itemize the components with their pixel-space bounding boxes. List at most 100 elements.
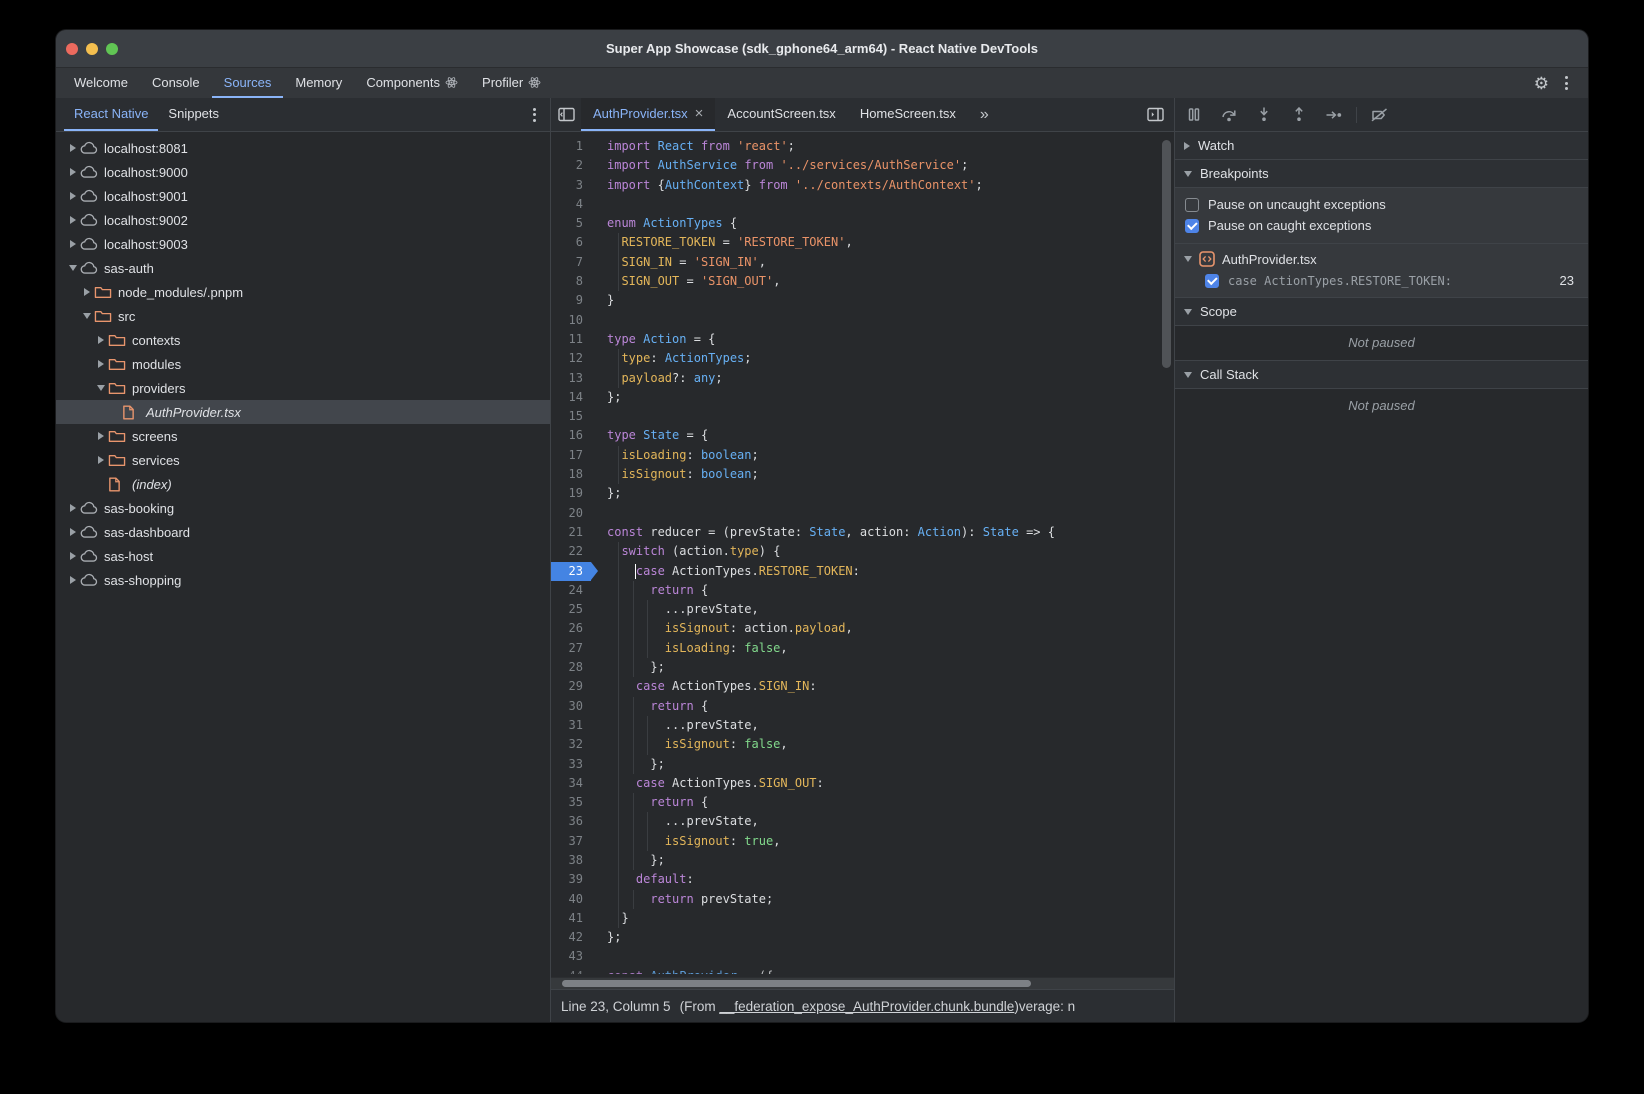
line-number[interactable]: 18: [551, 465, 591, 484]
step-icon[interactable]: [1325, 106, 1343, 124]
pause-caught-row[interactable]: Pause on caught exceptions: [1175, 215, 1588, 236]
line-number[interactable]: 20: [551, 504, 591, 523]
watch-section-header[interactable]: Watch: [1175, 132, 1588, 160]
line-number[interactable]: 25: [551, 600, 591, 619]
tree-item-screens[interactable]: screens: [56, 424, 550, 448]
editor-tab-authprovider.tsx[interactable]: AuthProvider.tsx×: [581, 98, 715, 131]
line-number[interactable]: 10: [551, 311, 591, 330]
toggle-navigator-icon[interactable]: [551, 98, 581, 131]
line-number[interactable]: 39: [551, 870, 591, 889]
line-number[interactable]: 2: [551, 156, 591, 175]
bundle-link[interactable]: __federation_expose_AuthProvider.chunk.b…: [719, 999, 1014, 1014]
line-number[interactable]: 35: [551, 793, 591, 812]
callstack-section-header[interactable]: Call Stack: [1175, 361, 1588, 389]
breakpoints-section-header[interactable]: Breakpoints: [1175, 160, 1588, 188]
line-number[interactable]: 42: [551, 928, 591, 947]
toggle-debugger-sidebar-icon[interactable]: [1140, 98, 1170, 131]
editor-tab-homescreen.tsx[interactable]: HomeScreen.tsx: [848, 98, 968, 131]
line-number[interactable]: 27: [551, 639, 591, 658]
tree-item-localhost-9003[interactable]: localhost:9003: [56, 232, 550, 256]
main-tab-sources[interactable]: Sources: [212, 68, 284, 98]
main-tab-console[interactable]: Console: [140, 68, 212, 98]
step-out-icon[interactable]: [1290, 106, 1308, 124]
line-number[interactable]: 22: [551, 542, 591, 561]
tree-item-sas-auth[interactable]: sas-auth: [56, 256, 550, 280]
line-number[interactable]: 31: [551, 716, 591, 735]
more-tabs-chevron[interactable]: »: [968, 98, 1001, 131]
line-number[interactable]: 44: [551, 967, 591, 974]
tree-item-sas-shopping[interactable]: sas-shopping: [56, 568, 550, 592]
breakpoint-file-row[interactable]: AuthProvider.tsx: [1175, 248, 1588, 270]
pause-uncaught-checkbox[interactable]: [1185, 198, 1199, 212]
main-tab-components[interactable]: Components: [354, 68, 470, 98]
tree-item-services[interactable]: services: [56, 448, 550, 472]
line-number[interactable]: 21: [551, 523, 591, 542]
line-number[interactable]: 3: [551, 176, 591, 195]
tree-item-localhost-9000[interactable]: localhost:9000: [56, 160, 550, 184]
line-number[interactable]: 7: [551, 253, 591, 272]
tree-item-localhost-9001[interactable]: localhost:9001: [56, 184, 550, 208]
line-number[interactable]: 28: [551, 658, 591, 677]
line-number[interactable]: 32: [551, 735, 591, 754]
line-number[interactable]: 14: [551, 388, 591, 407]
navigator-tab-snippets[interactable]: Snippets: [158, 98, 229, 131]
line-number[interactable]: 34: [551, 774, 591, 793]
close-tab-icon[interactable]: ×: [695, 106, 704, 121]
line-number[interactable]: 1: [551, 137, 591, 156]
line-number[interactable]: 16: [551, 426, 591, 445]
line-number[interactable]: 43: [551, 947, 591, 966]
line-number[interactable]: 19: [551, 484, 591, 503]
line-number[interactable]: 6: [551, 233, 591, 252]
line-number[interactable]: 11: [551, 330, 591, 349]
line-number[interactable]: 9: [551, 291, 591, 310]
main-menu-kebab-icon[interactable]: [1559, 72, 1574, 94]
navigator-more-options-icon[interactable]: [527, 104, 542, 126]
settings-gear-icon[interactable]: ⚙: [1534, 75, 1549, 92]
tree-item-modules[interactable]: modules: [56, 352, 550, 376]
breakpoint-entry-checkbox[interactable]: [1205, 274, 1219, 288]
scope-section-header[interactable]: Scope: [1175, 298, 1588, 326]
line-number[interactable]: 29: [551, 677, 591, 696]
line-number[interactable]: 26: [551, 619, 591, 638]
line-number[interactable]: 12: [551, 349, 591, 368]
code-editor[interactable]: 1import React from 'react';2import AuthS…: [551, 132, 1174, 989]
main-tab-profiler[interactable]: Profiler: [470, 68, 553, 98]
tree-item--index-[interactable]: (index): [56, 472, 550, 496]
line-number[interactable]: 36: [551, 812, 591, 831]
tree-item-localhost-9002[interactable]: localhost:9002: [56, 208, 550, 232]
main-tab-memory[interactable]: Memory: [283, 68, 354, 98]
line-number[interactable]: 24: [551, 581, 591, 600]
line-number[interactable]: 40: [551, 890, 591, 909]
line-number[interactable]: 38: [551, 851, 591, 870]
line-number[interactable]: 15: [551, 407, 591, 426]
tree-item-node-modules-pnpm[interactable]: node_modules/.pnpm: [56, 280, 550, 304]
pause-script-icon[interactable]: [1185, 106, 1203, 124]
tree-item-sas-booking[interactable]: sas-booking: [56, 496, 550, 520]
line-number[interactable]: 30: [551, 697, 591, 716]
tree-item-sas-host[interactable]: sas-host: [56, 544, 550, 568]
step-into-icon[interactable]: [1255, 106, 1273, 124]
step-over-icon[interactable]: [1220, 106, 1238, 124]
tree-item-localhost-8081[interactable]: localhost:8081: [56, 136, 550, 160]
breakpoint-line-badge[interactable]: 23: [551, 562, 591, 581]
navigator-tab-react-native[interactable]: React Native: [64, 98, 158, 131]
tree-item-providers[interactable]: providers: [56, 376, 550, 400]
line-number[interactable]: 37: [551, 832, 591, 851]
breakpoint-entry-row[interactable]: case ActionTypes.RESTORE_TOKEN: 23: [1175, 270, 1588, 291]
editor-tab-accountscreen.tsx[interactable]: AccountScreen.tsx: [715, 98, 847, 131]
deactivate-breakpoints-icon[interactable]: [1370, 106, 1388, 124]
editor-horizontal-scrollbar[interactable]: [551, 977, 1174, 989]
line-number[interactable]: 33: [551, 755, 591, 774]
line-number[interactable]: 8: [551, 272, 591, 291]
pause-caught-checkbox[interactable]: [1185, 219, 1199, 233]
line-number[interactable]: 5: [551, 214, 591, 233]
line-number[interactable]: 13: [551, 369, 591, 388]
line-number[interactable]: 17: [551, 446, 591, 465]
pause-uncaught-row[interactable]: Pause on uncaught exceptions: [1175, 194, 1588, 215]
line-number[interactable]: 41: [551, 909, 591, 928]
editor-vertical-scrollbar[interactable]: [1162, 140, 1171, 368]
tree-item-authprovider-tsx[interactable]: AuthProvider.tsx: [56, 400, 550, 424]
line-number[interactable]: 4: [551, 195, 591, 214]
tree-item-sas-dashboard[interactable]: sas-dashboard: [56, 520, 550, 544]
tree-item-contexts[interactable]: contexts: [56, 328, 550, 352]
